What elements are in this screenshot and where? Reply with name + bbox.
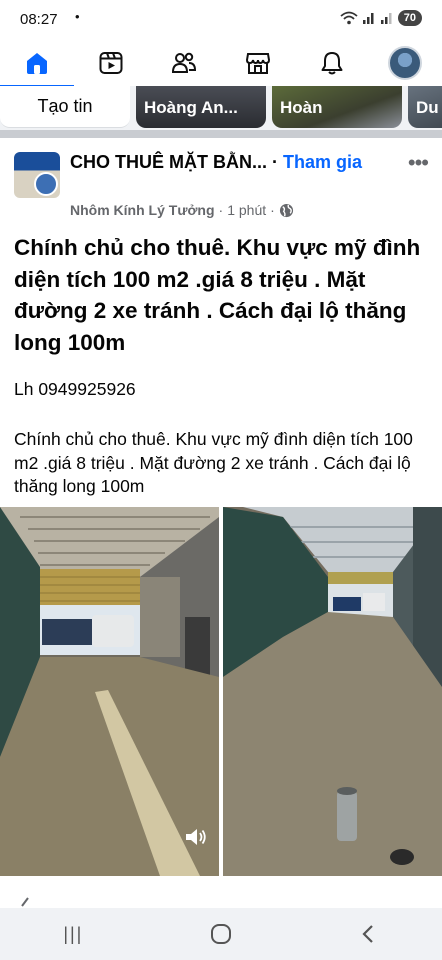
stories-strip: Tạo tin Hoàng An... Hoàn Du	[0, 86, 442, 130]
like-icon	[21, 897, 29, 907]
story-name: Hoàn	[280, 98, 323, 117]
status-time: 08:27	[20, 11, 58, 28]
marketplace-icon	[245, 53, 270, 74]
story-card[interactable]: Hoàn	[272, 86, 402, 128]
post-time[interactable]: 1 phút	[227, 202, 266, 218]
android-nav-bar: |||	[0, 908, 442, 960]
home-button-icon[interactable]	[210, 923, 232, 945]
tab-video[interactable]	[74, 40, 148, 86]
notification-dot: •	[75, 9, 80, 24]
post-contact: Lh 0949925926	[14, 379, 136, 399]
video-icon	[99, 52, 122, 74]
friends-icon	[172, 52, 197, 73]
tab-notifications[interactable]	[295, 40, 369, 86]
join-group-link[interactable]: Tham gia	[283, 152, 362, 172]
home-icon	[26, 53, 47, 74]
recent-apps-button[interactable]: |||	[63, 924, 83, 945]
top-nav	[0, 40, 442, 88]
signal-icon-2	[380, 13, 392, 24]
more-options-icon[interactable]: •••	[408, 150, 429, 176]
tab-friends[interactable]	[147, 40, 221, 86]
back-icon[interactable]	[359, 923, 379, 945]
post-body: Chính chủ cho thuê. Khu vực mỹ đình diện…	[14, 429, 413, 496]
globe-icon	[279, 203, 293, 217]
profile-avatar	[388, 46, 423, 80]
warehouse-photo-entrance[interactable]	[0, 507, 219, 876]
title-separator: ·	[272, 152, 279, 172]
story-name: Hoàng An...	[144, 98, 238, 117]
post-meta: Nhôm Kính Lý Tưởng · 1 phút ·	[70, 202, 294, 218]
tab-marketplace[interactable]	[221, 40, 295, 86]
create-story-button[interactable]: Tạo tin	[0, 86, 130, 128]
sound-icon[interactable]	[182, 824, 208, 850]
story-card[interactable]: Du	[408, 86, 442, 128]
meta-separator: ·	[270, 202, 275, 218]
author-avatar	[34, 172, 58, 196]
status-bar: 08:27 • 70	[0, 0, 442, 40]
group-name[interactable]: CHO THUÊ MẶT BẰN...	[70, 152, 267, 172]
post-headline: Chính chủ cho thuê. Khu vực mỹ đình diện…	[14, 235, 421, 355]
bell-icon	[321, 52, 343, 75]
tab-home[interactable]	[0, 40, 74, 88]
warehouse-photo-interior[interactable]	[223, 507, 442, 876]
meta-separator: ·	[218, 202, 224, 218]
story-card[interactable]: Hoàng An...	[136, 86, 266, 128]
post-author[interactable]: Nhôm Kính Lý Tưởng	[70, 202, 215, 218]
group-avatar[interactable]	[14, 152, 60, 198]
wifi-icon	[340, 11, 358, 25]
status-icons: 70	[340, 10, 422, 26]
post-header-title: CHO THUÊ MẶT BẰN... · Tham gia	[70, 150, 370, 175]
story-name: Du	[416, 98, 439, 117]
feed-divider	[0, 130, 442, 138]
tab-profile[interactable]	[368, 40, 442, 86]
battery-level: 70	[397, 10, 422, 26]
signal-icon	[362, 13, 374, 24]
